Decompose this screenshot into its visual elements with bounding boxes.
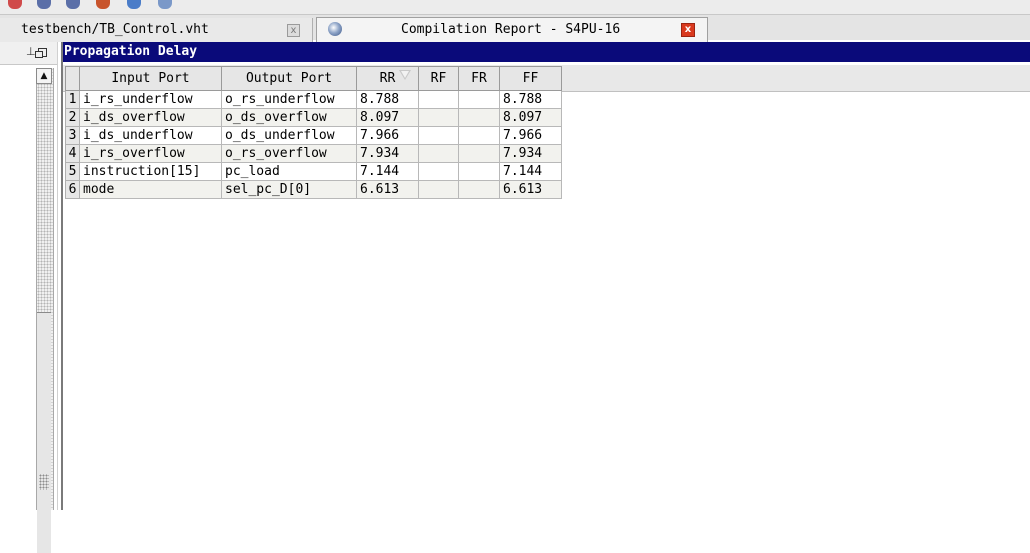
scroll-up-arrow-icon[interactable]: ▲: [36, 68, 52, 84]
chip-icon[interactable]: [37, 0, 51, 9]
tab-label: Compilation Report - S4PU-16: [401, 22, 621, 37]
report-title: Propagation Delay: [64, 44, 198, 59]
toolbar: [0, 0, 1030, 15]
rr-cell[interactable]: 8.788: [356, 90, 419, 109]
rr-cell[interactable]: 7.934: [356, 144, 419, 163]
table-row[interactable]: 6 mode sel_pc_D[0] 6.613 6.613: [65, 180, 562, 199]
table-row[interactable]: 2 i_ds_overflow o_ds_overflow 8.097 8.09…: [65, 108, 562, 127]
row-number: 5: [65, 162, 80, 181]
input-port-cell[interactable]: i_rs_underflow: [79, 90, 222, 109]
output-port-cell[interactable]: o_ds_overflow: [221, 108, 357, 127]
report-panel: Propagation Delay Input Port Output Port…: [61, 42, 1030, 510]
row-number: 1: [65, 90, 80, 109]
fr-cell[interactable]: [458, 108, 500, 127]
fr-cell[interactable]: [458, 90, 500, 109]
fr-cell[interactable]: [458, 144, 500, 163]
whats-this-icon[interactable]: [158, 0, 172, 9]
tab-bar: testbench/TB_Control.vht x Compilation R…: [0, 15, 1030, 42]
table-row[interactable]: 5 instruction[15] pc_load 7.144 7.144: [65, 162, 562, 181]
output-port-cell[interactable]: pc_load: [221, 162, 357, 181]
ff-cell[interactable]: 8.097: [499, 108, 562, 127]
programmer-icon[interactable]: [96, 0, 110, 9]
row-number: 6: [65, 180, 80, 199]
input-port-cell[interactable]: i_ds_overflow: [79, 108, 222, 127]
close-icon[interactable]: x: [681, 23, 695, 37]
column-header-output-port[interactable]: Output Port: [221, 66, 357, 91]
row-number: 2: [65, 108, 80, 127]
row-number: 3: [65, 126, 80, 145]
table-row[interactable]: 1 i_rs_underflow o_rs_underflow 8.788 8.…: [65, 90, 562, 109]
rr-cell[interactable]: 6.613: [356, 180, 419, 199]
rr-cell[interactable]: 8.097: [356, 108, 419, 127]
tab-tb-control[interactable]: testbench/TB_Control.vht x: [0, 18, 313, 42]
fr-cell[interactable]: [458, 162, 500, 181]
restore-window-icon[interactable]: [35, 48, 47, 58]
column-header-rf[interactable]: RF: [418, 66, 459, 91]
ff-cell[interactable]: 7.934: [499, 144, 562, 163]
rf-cell[interactable]: [418, 126, 459, 145]
rf-cell[interactable]: [418, 180, 459, 199]
sort-descending-icon: [399, 70, 411, 80]
column-header-fr[interactable]: FR: [458, 66, 500, 91]
report-title-bar: Propagation Delay: [63, 42, 1030, 62]
ff-cell[interactable]: 7.144: [499, 162, 562, 181]
table-row[interactable]: 3 i_ds_underflow o_ds_underflow 7.966 7.…: [65, 126, 562, 145]
header-row: Input Port Output Port RR RF FR FF: [65, 66, 562, 91]
rr-cell[interactable]: 7.144: [356, 162, 419, 181]
row-number: 4: [65, 144, 80, 163]
output-port-cell[interactable]: sel_pc_D[0]: [221, 180, 357, 199]
tab-label: testbench/TB_Control.vht: [21, 22, 209, 37]
help-icon[interactable]: [127, 0, 141, 9]
grip-icon: [39, 474, 49, 490]
input-port-cell[interactable]: i_ds_underflow: [79, 126, 222, 145]
input-port-cell[interactable]: i_rs_overflow: [79, 144, 222, 163]
waveform-icon[interactable]: [8, 0, 22, 9]
input-port-cell[interactable]: mode: [79, 180, 222, 199]
input-port-cell[interactable]: instruction[15]: [79, 162, 222, 181]
panel-header: ⊥: [0, 42, 57, 65]
output-port-cell[interactable]: o_ds_underflow: [221, 126, 357, 145]
rf-cell[interactable]: [418, 162, 459, 181]
rf-cell[interactable]: [418, 108, 459, 127]
rf-cell[interactable]: [418, 90, 459, 109]
rr-cell[interactable]: 7.966: [356, 126, 419, 145]
rf-cell[interactable]: [418, 144, 459, 163]
output-port-cell[interactable]: o_rs_underflow: [221, 90, 357, 109]
ff-cell[interactable]: 7.966: [499, 126, 562, 145]
corner-cell[interactable]: [65, 66, 80, 91]
output-port-cell[interactable]: o_rs_overflow: [221, 144, 357, 163]
tab-compilation-report[interactable]: Compilation Report - S4PU-16 x: [316, 17, 708, 42]
ff-cell[interactable]: 8.788: [499, 90, 562, 109]
compilation-report-icon: [328, 22, 342, 36]
ff-cell[interactable]: 6.613: [499, 180, 562, 199]
column-header-input-port[interactable]: Input Port: [79, 66, 222, 91]
left-panel: ⊥ ▲: [0, 42, 58, 553]
fr-cell[interactable]: [458, 126, 500, 145]
fr-cell[interactable]: [458, 180, 500, 199]
column-header-ff[interactable]: FF: [499, 66, 562, 91]
table-row[interactable]: 4 i_rs_overflow o_rs_overflow 7.934 7.93…: [65, 144, 562, 163]
chip-icon[interactable]: [66, 0, 80, 9]
scrollbar-thumb[interactable]: [37, 312, 51, 553]
close-icon[interactable]: x: [287, 24, 300, 37]
propagation-delay-table: Input Port Output Port RR RF FR FF 1 i_r…: [65, 66, 562, 199]
